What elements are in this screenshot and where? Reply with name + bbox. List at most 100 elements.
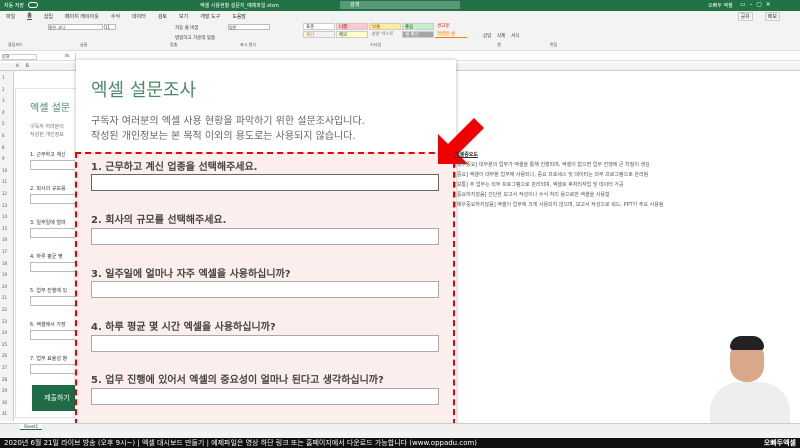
search-box[interactable]: 검색 (340, 1, 460, 9)
row-number[interactable]: 13 (2, 203, 7, 208)
merge-center-button[interactable]: 병합하고 가운데 맞춤 (175, 35, 215, 41)
row-number[interactable]: 10 (2, 168, 7, 173)
number-format-select[interactable]: 일반 (228, 24, 270, 30)
answer-4-combobox[interactable] (91, 335, 439, 352)
question-2: 2. 회사의 규모를 선택해주세요. (91, 215, 227, 226)
sheet-tab-bar: Sheet1 (0, 423, 800, 432)
note-line: [매우중요하지않음] 엑셀이 업무에 크게 사용되지 않으며, 보고서 작성으로… (455, 202, 664, 208)
row-number[interactable]: 4 (2, 110, 5, 115)
column-a[interactable]: A (16, 63, 19, 68)
tab-view[interactable]: 보기 (179, 13, 188, 20)
channel-logo: 오빠두엑셀 (763, 439, 796, 447)
row-header: 1 2 3 4 5 6 8 9 10 11 12 13 14 15 16 17 18 19 20 21 22 23 24 25… (0, 71, 14, 421)
answer-3-combobox[interactable] (91, 281, 439, 298)
sheet-tab[interactable]: Sheet1 (20, 424, 43, 430)
style-normal[interactable]: 표준 (303, 23, 335, 30)
column-b[interactable]: B (26, 63, 29, 68)
autosave-toggle[interactable] (28, 2, 38, 8)
row-number[interactable]: 1 (2, 75, 5, 80)
tab-help[interactable]: 도움말 (232, 13, 246, 20)
group-styles: 스타일 (370, 42, 382, 47)
row-number[interactable]: 5 (2, 121, 5, 126)
presenter-video (700, 330, 800, 442)
row-number[interactable]: 26 (2, 353, 7, 358)
row-number[interactable]: 23 (2, 319, 7, 324)
row-number[interactable]: 14 (2, 214, 7, 219)
row-number[interactable]: 25 (2, 342, 7, 347)
row-number[interactable]: 9 (2, 156, 5, 161)
style-note[interactable]: 메모 (336, 31, 368, 38)
form-subtitle-1: 구독자 여러분의 엑셀 사용 현황을 파악하기 위한 설문조사입니다. (91, 116, 365, 127)
row-number[interactable]: 16 (2, 237, 7, 242)
answer-1-combobox[interactable] (91, 174, 439, 191)
fx-icon: fx (65, 54, 70, 59)
row-number[interactable]: 30 (2, 400, 7, 405)
row-number[interactable]: 28 (2, 377, 7, 382)
row-number[interactable]: 3 (2, 98, 5, 103)
tab-formulas[interactable]: 수식 (111, 13, 120, 20)
row-number[interactable]: 17 (2, 249, 7, 254)
format-cells-button[interactable]: 서식 (511, 33, 519, 39)
row-number[interactable]: 27 (2, 365, 7, 370)
row-number[interactable]: 12 (2, 191, 7, 196)
row-number[interactable]: 18 (2, 261, 7, 266)
share-button[interactable]: 공유 (737, 11, 753, 21)
row-number[interactable]: 29 (2, 388, 7, 393)
row-number[interactable]: 8 (2, 145, 5, 150)
sheet-question: 1. 근무하고 계신 (30, 152, 66, 158)
insert-cells-button[interactable]: 삽입 (483, 33, 491, 39)
row-number[interactable]: 20 (2, 284, 7, 289)
row-number[interactable]: 24 (2, 330, 7, 335)
comments-button[interactable]: 메모 (764, 11, 780, 21)
group-number: 표시 형식 (240, 42, 256, 47)
font-select[interactable]: 맑은 고딕 (48, 24, 103, 30)
answer-5-combobox[interactable] (91, 388, 439, 405)
group-font: 글꼴 (80, 42, 88, 47)
style-warning[interactable]: 경고문 (435, 23, 467, 30)
tab-developer[interactable]: 개발 도구 (200, 13, 220, 20)
group-alignment: 맞춤 (170, 42, 178, 47)
question-4: 4. 하루 평균 몇 시간 엑셀을 사용하십니까? (91, 322, 276, 333)
row-number[interactable]: 15 (2, 226, 7, 231)
row-number[interactable]: 2 (2, 87, 5, 92)
ribbon: 맑은 고딕 11 자동 줄 바꿈 병합하고 가운데 맞춤 일반 표준 나쁨 보통… (0, 21, 800, 51)
tab-home[interactable]: 홈 (27, 12, 32, 20)
group-editing: 편집 (550, 42, 558, 47)
presenter-hair (730, 336, 764, 350)
style-linked[interactable]: 연결된 셀 (435, 31, 467, 38)
sheet-question: 2. 회사의 규모를 (30, 186, 66, 192)
tab-insert[interactable]: 삽입 (44, 13, 53, 20)
highlight-box: 1. 근무하고 계신 업종을 선택해주세요. 2. 회사의 규모를 선택해주세요… (75, 152, 455, 425)
sheet-intro-2: 작성된 개인정보 (30, 132, 64, 138)
row-number[interactable]: 22 (2, 307, 7, 312)
question-5: 5. 업무 진행에 있어서 엑셀의 중요성이 얼마나 된다고 생각하십니까? (91, 375, 384, 386)
row-number[interactable]: 11 (2, 179, 7, 184)
tab-layout[interactable]: 페이지 레이아웃 (65, 13, 99, 20)
delete-cells-button[interactable]: 삭제 (497, 33, 505, 39)
style-bad[interactable]: 나쁨 (336, 23, 368, 30)
tab-file[interactable]: 파일 (6, 13, 15, 20)
question-3: 3. 일주일에 얼마나 자주 엑셀을 사용하십니까? (91, 269, 291, 280)
note-line: [중요하지않음] 간단한 보고서 작성이나 수식 처리 용으로만 엑셀을 사용함 (455, 192, 610, 198)
group-clipboard: 클립보드 (8, 42, 23, 47)
answer-2-combobox[interactable] (91, 228, 439, 245)
title-bar: 자동 저장 엑셀 사용현황 설문지_예제파일.xlsm 검색 오빠두 엑셀 ▭ … (0, 0, 800, 11)
tab-review[interactable]: 검토 (158, 13, 167, 20)
style-good[interactable]: 좋음 (402, 23, 434, 30)
style-explanatory[interactable]: 설명 텍스트 (369, 31, 401, 38)
window-controls[interactable]: ▭ – ▢ ✕ (740, 1, 771, 8)
row-number[interactable]: 31 (2, 411, 7, 416)
style-check[interactable]: 셀 확인 (402, 31, 434, 38)
row-number[interactable]: 6 (2, 133, 5, 138)
font-size-select[interactable]: 11 (104, 24, 116, 30)
row-number[interactable]: 21 (2, 295, 7, 300)
form-subtitle-2: 작성된 개인정보는 본 목적 이외의 용도로는 사용되지 않습니다. (91, 131, 356, 142)
tab-data[interactable]: 데이터 (132, 13, 146, 20)
sheet-intro-1: 구독자 여러분의 (30, 124, 64, 130)
name-box[interactable]: C9 (2, 54, 37, 60)
row-number[interactable]: 19 (2, 272, 7, 277)
style-calc[interactable]: 계산 (303, 31, 335, 38)
wrap-text-button[interactable]: 자동 줄 바꿈 (175, 25, 199, 31)
style-neutral[interactable]: 보통 (369, 23, 401, 30)
caption-text: 2020년 6월 21일 라이브 방송 (오후 9시~) | 엑셀 대시보드 만… (4, 439, 478, 447)
